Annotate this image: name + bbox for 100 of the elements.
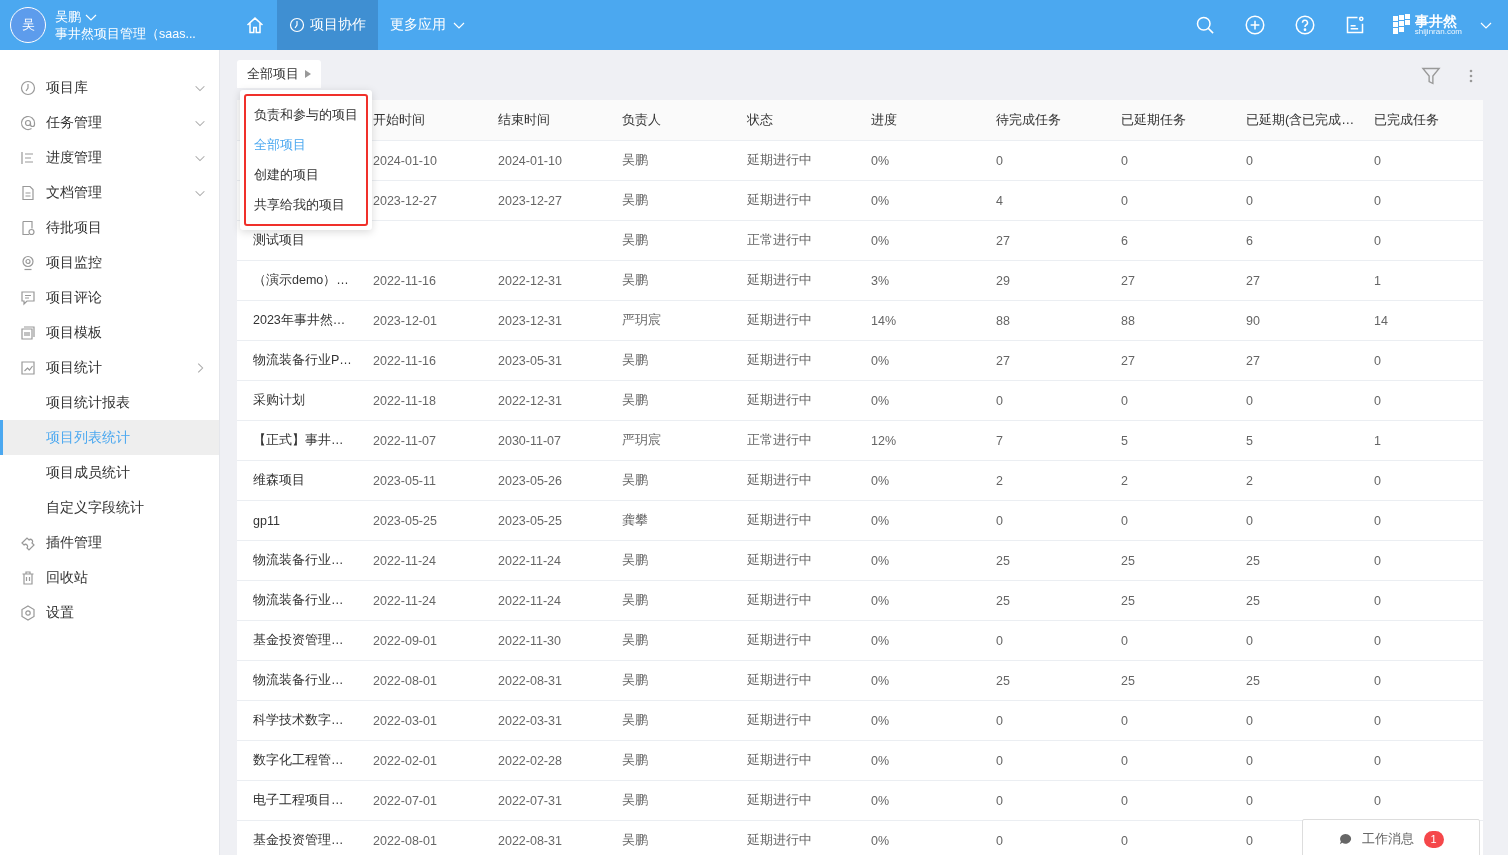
table-cell: 0 <box>1121 513 1128 528</box>
table-cell: 延期进行中 <box>747 832 812 849</box>
table-cell: 测试项目 <box>253 232 305 249</box>
table-cell: 0 <box>996 753 1003 768</box>
table-cell: （演示demo）… <box>253 272 349 289</box>
table-cell: 吴鹏 <box>622 832 648 849</box>
at-sign-icon <box>20 114 36 131</box>
table-cell: 吴鹏 <box>622 632 648 649</box>
table-cell: 2023-12-31 <box>498 313 562 328</box>
table-cell: 14 <box>1374 313 1388 328</box>
table-cell: 25 <box>1246 553 1260 568</box>
sidebar-item[interactable]: 任务管理 <box>0 105 219 140</box>
table-cell: 0 <box>1374 473 1381 488</box>
menu-item[interactable]: 负责和参与的项目 <box>246 100 366 130</box>
table-cell: 2022-07-31 <box>498 793 562 808</box>
table-cell: 0 <box>1374 193 1381 208</box>
column-header: 已完成任务 <box>1374 111 1439 129</box>
table-cell: 2022-08-01 <box>373 673 437 688</box>
table-cell: 0 <box>996 393 1003 408</box>
table-cell: 基金投资管理… <box>253 632 344 649</box>
table-cell: 物流装备行业P… <box>253 352 352 369</box>
sidebar-item[interactable]: 项目库 <box>0 70 219 105</box>
sidebar-item[interactable]: 待批项目 <box>0 210 219 245</box>
table-cell: 0 <box>996 833 1003 848</box>
table-cell: 2022-03-01 <box>373 713 437 728</box>
table-cell: 1 <box>1374 433 1381 448</box>
approval-icon <box>20 219 36 236</box>
sidebar-item[interactable]: 项目评论 <box>0 280 219 315</box>
sidebar-item[interactable]: 设置 <box>0 595 219 630</box>
table-cell: 0% <box>871 753 890 768</box>
menu-item[interactable]: 创建的项目 <box>246 160 366 190</box>
table-cell: 严玥宸 <box>622 432 661 449</box>
add-button[interactable] <box>1244 15 1265 35</box>
table-cell: 0 <box>1374 233 1381 248</box>
table-cell: 2023-12-27 <box>498 193 562 208</box>
table-cell: 吴鹏 <box>622 232 648 249</box>
table-cell: 2022-08-31 <box>498 673 562 688</box>
table-cell: 延期进行中 <box>747 152 812 169</box>
table-cell: 2022-11-30 <box>498 633 561 648</box>
table-cell: 2022-08-31 <box>498 833 562 848</box>
table-cell: 延期进行中 <box>747 472 812 489</box>
table-cell: 采购计划 <box>253 392 305 409</box>
table-cell: 2023-12-27 <box>373 193 437 208</box>
chat-bubble-icon <box>1338 832 1352 846</box>
table-cell: 0% <box>871 793 890 808</box>
table-cell: 0 <box>1374 633 1381 648</box>
sidebar-subitem[interactable]: 项目成员统计 <box>0 455 219 490</box>
sidebar-subitem[interactable]: 自定义字段统计 <box>0 490 219 525</box>
table-cell: 0% <box>871 713 890 728</box>
table-cell: 0 <box>1246 833 1253 848</box>
table-cell: 0% <box>871 473 890 488</box>
table-cell: 延期进行中 <box>747 672 812 689</box>
table-cell: 0 <box>996 633 1003 648</box>
table-cell: 88 <box>996 313 1010 328</box>
table-cell: 吴鹏 <box>622 752 648 769</box>
table-cell: 正常进行中 <box>747 232 812 249</box>
table-cell: 2023-12-01 <box>373 313 437 328</box>
table-cell: 0% <box>871 193 890 208</box>
table-cell: 0 <box>1374 673 1381 688</box>
table-cell: 25 <box>1121 673 1135 688</box>
sidebar-item[interactable]: 项目监控 <box>0 245 219 280</box>
sidebar-subitem[interactable]: 项目统计报表 <box>0 385 219 420</box>
column-header: 负责人 <box>622 111 661 129</box>
sidebar-item[interactable]: 项目模板 <box>0 315 219 350</box>
table-cell: 物流装备行业… <box>253 672 344 689</box>
sidebar-item[interactable]: 进度管理 <box>0 140 219 175</box>
table-cell: 维森项目 <box>253 472 305 489</box>
table-cell: 数字化工程管… <box>253 752 344 769</box>
table-cell: 0% <box>871 593 890 608</box>
table-cell: 正常进行中 <box>747 432 812 449</box>
table-cell: 吴鹏 <box>622 592 648 609</box>
table-cell: 科学技术数字… <box>253 712 344 729</box>
menu-item[interactable]: 共享给我的项目 <box>246 190 366 220</box>
table-cell: 25 <box>996 553 1010 568</box>
sidebar-item[interactable]: 回收站 <box>0 560 219 595</box>
table-cell: 延期进行中 <box>747 712 812 729</box>
filter-button[interactable] <box>1421 66 1441 86</box>
table-cell: 27 <box>1246 353 1260 368</box>
table-cell: 龚攀 <box>622 512 648 529</box>
table-cell: 吴鹏 <box>622 552 648 569</box>
help-button[interactable] <box>1294 15 1315 35</box>
table-cell: gp11 <box>253 513 280 528</box>
table-cell: 0% <box>871 513 890 528</box>
table-cell: 2022-11-24 <box>373 553 436 568</box>
template-icon <box>20 324 36 341</box>
table-cell: 【正式】事井… <box>253 432 344 449</box>
table-cell: 延期进行中 <box>747 792 812 809</box>
table-cell: 2022-11-24 <box>373 593 436 608</box>
table-cell: 0% <box>871 553 890 568</box>
sidebar-item[interactable]: 项目统计 <box>0 350 219 385</box>
messages-button[interactable]: 工作消息 1 <box>1302 819 1480 855</box>
table-cell: 0 <box>996 513 1003 528</box>
search-button[interactable] <box>1194 15 1215 35</box>
sidebar-item[interactable]: 插件管理 <box>0 525 219 560</box>
scope-tab[interactable]: 全部项目 <box>237 60 321 88</box>
table-cell: 严玥宸 <box>622 312 661 329</box>
table-cell: 25 <box>996 593 1010 608</box>
sidebar-item[interactable]: 文档管理 <box>0 175 219 210</box>
notice-button[interactable] <box>1344 15 1365 35</box>
table-cell: 27 <box>996 353 1010 368</box>
